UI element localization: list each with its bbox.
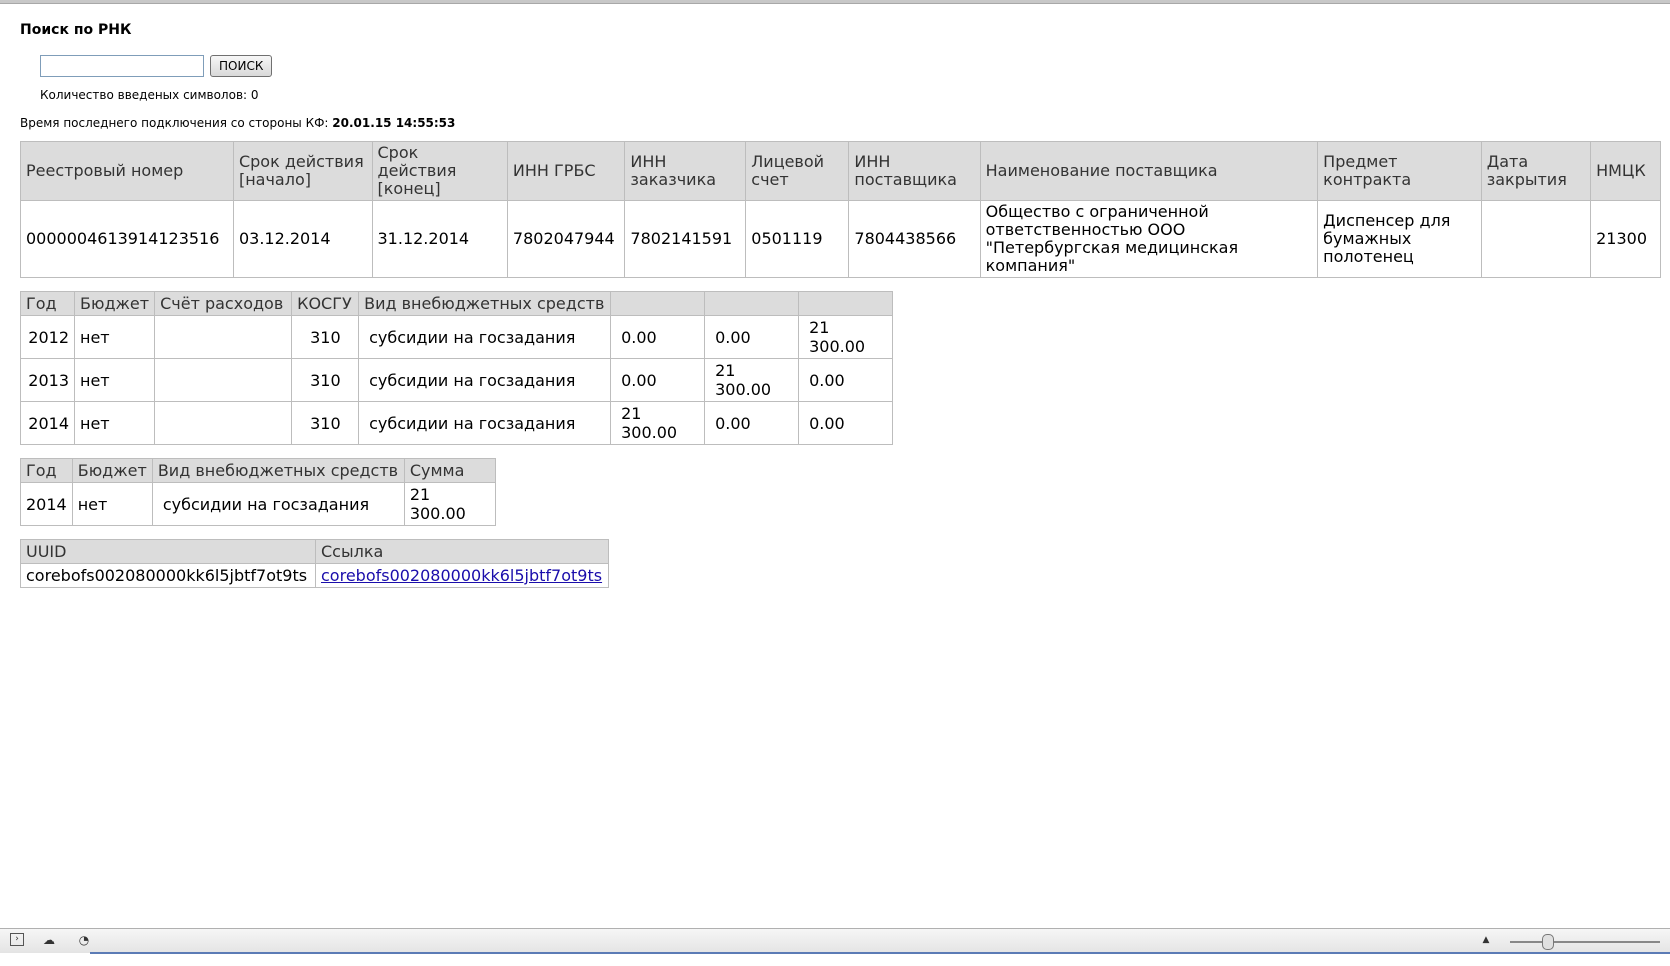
table-row: 2014 нет 310 субсидии на госзадания 21 3…	[20, 401, 894, 445]
cell-amount-1: 0.00	[610, 358, 706, 402]
cell-amount-1: 21 300.00	[610, 401, 706, 445]
col-inn-customer: ИНН заказчика	[624, 141, 747, 201]
table-row: 2012 нет 310 субсидии на госзадания 0.00…	[20, 315, 894, 359]
cell-link: corebofs002080000kk6l5jbtf7ot9ts	[315, 563, 609, 588]
console-icon[interactable]: ›	[10, 933, 24, 946]
col-inn-supplier: ИНН поставщика	[848, 141, 981, 201]
window-top-border	[0, 0, 1670, 4]
cell-close-date	[1480, 200, 1592, 278]
col-budget: Бюджет	[71, 458, 153, 483]
summary-table: Год Бюджет Вид внебюджетных средств Сумм…	[20, 458, 496, 526]
browser-statusbar: › ☁ ◔ ▲	[0, 928, 1670, 953]
cell-inn-customer: 7802141591	[624, 200, 747, 278]
taskbar-edge	[90, 952, 1670, 954]
cell-sum: 21 300.00	[403, 482, 496, 526]
cell-budget: нет	[71, 482, 153, 526]
col-start-date: Срок действия [начало]	[232, 141, 373, 201]
col-uuid: UUID	[20, 539, 316, 564]
cell-expense-account	[154, 358, 293, 402]
col-registry-number: Реестровый номер	[20, 141, 234, 201]
col-close-date: Дата закрытия	[1480, 141, 1592, 201]
cell-inn-grbs: 7802047944	[506, 200, 626, 278]
col-extrabudget-type: Вид внебюджетных средств	[151, 458, 405, 483]
last-connection: Время последнего подключения со стороны …	[20, 116, 1660, 132]
zoom-slider-handle[interactable]	[1542, 934, 1554, 950]
finance-table: Год Бюджет Счёт расходов КОСГУ Вид внебю…	[20, 291, 894, 445]
cell-start-date: 03.12.2014	[232, 200, 373, 278]
col-amount-2	[704, 291, 800, 316]
cell-amount-2: 0.00	[704, 315, 800, 359]
cell-amount-3: 21 300.00	[798, 315, 894, 359]
cell-budget: нет	[73, 358, 156, 402]
speedometer-icon[interactable]: ◔	[76, 933, 92, 947]
cell-year: 2012	[20, 315, 75, 359]
col-amount-1	[610, 291, 706, 316]
cell-contract-subject: Диспенсер для бумажных полотенец	[1317, 200, 1482, 278]
col-kosgu: КОСГУ	[291, 291, 360, 316]
cell-year: 2014	[20, 401, 75, 445]
search-input[interactable]	[40, 55, 204, 77]
col-nmck: НМЦК	[1590, 141, 1661, 201]
cell-registry-number: 0000004613914123516	[20, 200, 234, 278]
cell-extrabudget-type: субсидии на госзадания	[358, 401, 612, 445]
page-title: Поиск по РНК	[20, 22, 132, 38]
table-row: 2013 нет 310 субсидии на госзадания 0.00…	[20, 358, 894, 402]
col-sum: Сумма	[403, 458, 496, 483]
summary-header-row: Год Бюджет Вид внебюджетных средств Сумм…	[20, 458, 496, 483]
arrow-up-icon[interactable]: ▲	[1478, 933, 1494, 947]
cell-expense-account	[154, 401, 293, 445]
cell-year: 2014	[20, 482, 73, 526]
col-budget: Бюджет	[73, 291, 156, 316]
contract-table: Реестровый номер Срок действия [начало] …	[20, 141, 1661, 278]
cell-budget: нет	[73, 401, 156, 445]
cell-amount-2: 0.00	[704, 401, 800, 445]
cell-inn-supplier: 7804438566	[848, 200, 981, 278]
col-expense-account: Счёт расходов	[154, 291, 293, 316]
table-row: 0000004613914123516 03.12.2014 31.12.201…	[20, 200, 1661, 278]
cell-account: 0501119	[745, 200, 850, 278]
cell-amount-3: 0.00	[798, 358, 894, 402]
page-content: Поиск по РНК ПОИСК Количество введеных с…	[20, 22, 1661, 588]
cell-amount-3: 0.00	[798, 401, 894, 445]
col-contract-subject: Предмет контракта	[1317, 141, 1482, 201]
table-row: corebofs002080000kk6l5jbtf7ot9ts corebof…	[20, 563, 609, 588]
cloud-icon[interactable]: ☁	[41, 933, 57, 947]
uuid-link[interactable]: corebofs002080000kk6l5jbtf7ot9ts	[321, 566, 602, 585]
col-extrabudget-type: Вид внебюджетных средств	[358, 291, 612, 316]
cell-end-date: 31.12.2014	[371, 200, 508, 278]
cell-year: 2013	[20, 358, 75, 402]
cell-amount-1: 0.00	[610, 315, 706, 359]
cell-nmck: 21300	[1590, 200, 1661, 278]
cell-supplier-name: Общество с ограниченной ответственностью…	[979, 200, 1319, 278]
cell-extrabudget-type: субсидии на госзадания	[358, 358, 612, 402]
symbol-counter: Количество введеных символов: 0	[40, 88, 259, 102]
search-button[interactable]: ПОИСК	[210, 55, 273, 77]
uuid-table: UUID Ссылка corebofs002080000kk6l5jbtf7o…	[20, 539, 609, 588]
cell-kosgu: 310	[291, 315, 360, 359]
cell-extrabudget-type: субсидии на госзадания	[358, 315, 612, 359]
cell-budget: нет	[73, 315, 156, 359]
col-end-date: Срок действия [конец]	[371, 141, 508, 201]
finance-header-row: Год Бюджет Счёт расходов КОСГУ Вид внебю…	[20, 291, 894, 316]
last-connection-label: Время последнего подключения со стороны …	[20, 116, 329, 130]
zoom-slider-track[interactable]	[1510, 941, 1660, 943]
last-connection-value: 20.01.15 14:55:53	[332, 116, 456, 130]
cell-expense-account	[154, 315, 293, 359]
cell-amount-2: 21 300.00	[704, 358, 800, 402]
cell-kosgu: 310	[291, 401, 360, 445]
contract-header-row: Реестровый номер Срок действия [начало] …	[20, 141, 1661, 201]
cell-kosgu: 310	[291, 358, 360, 402]
col-supplier-name: Наименование поставщика	[979, 141, 1319, 201]
search-row: ПОИСК	[40, 54, 1660, 78]
table-row: 2014 нет субсидии на госзадания 21 300.0…	[20, 482, 496, 526]
cell-extrabudget-type: субсидии на госзадания	[151, 482, 405, 526]
col-link: Ссылка	[315, 539, 609, 564]
uuid-header-row: UUID Ссылка	[20, 539, 609, 564]
col-amount-3	[798, 291, 894, 316]
col-account: Лицевой счет	[745, 141, 850, 201]
cell-uuid: corebofs002080000kk6l5jbtf7ot9ts	[20, 563, 316, 588]
col-year: Год	[20, 291, 75, 316]
col-inn-grbs: ИНН ГРБС	[506, 141, 626, 201]
col-year: Год	[20, 458, 73, 483]
